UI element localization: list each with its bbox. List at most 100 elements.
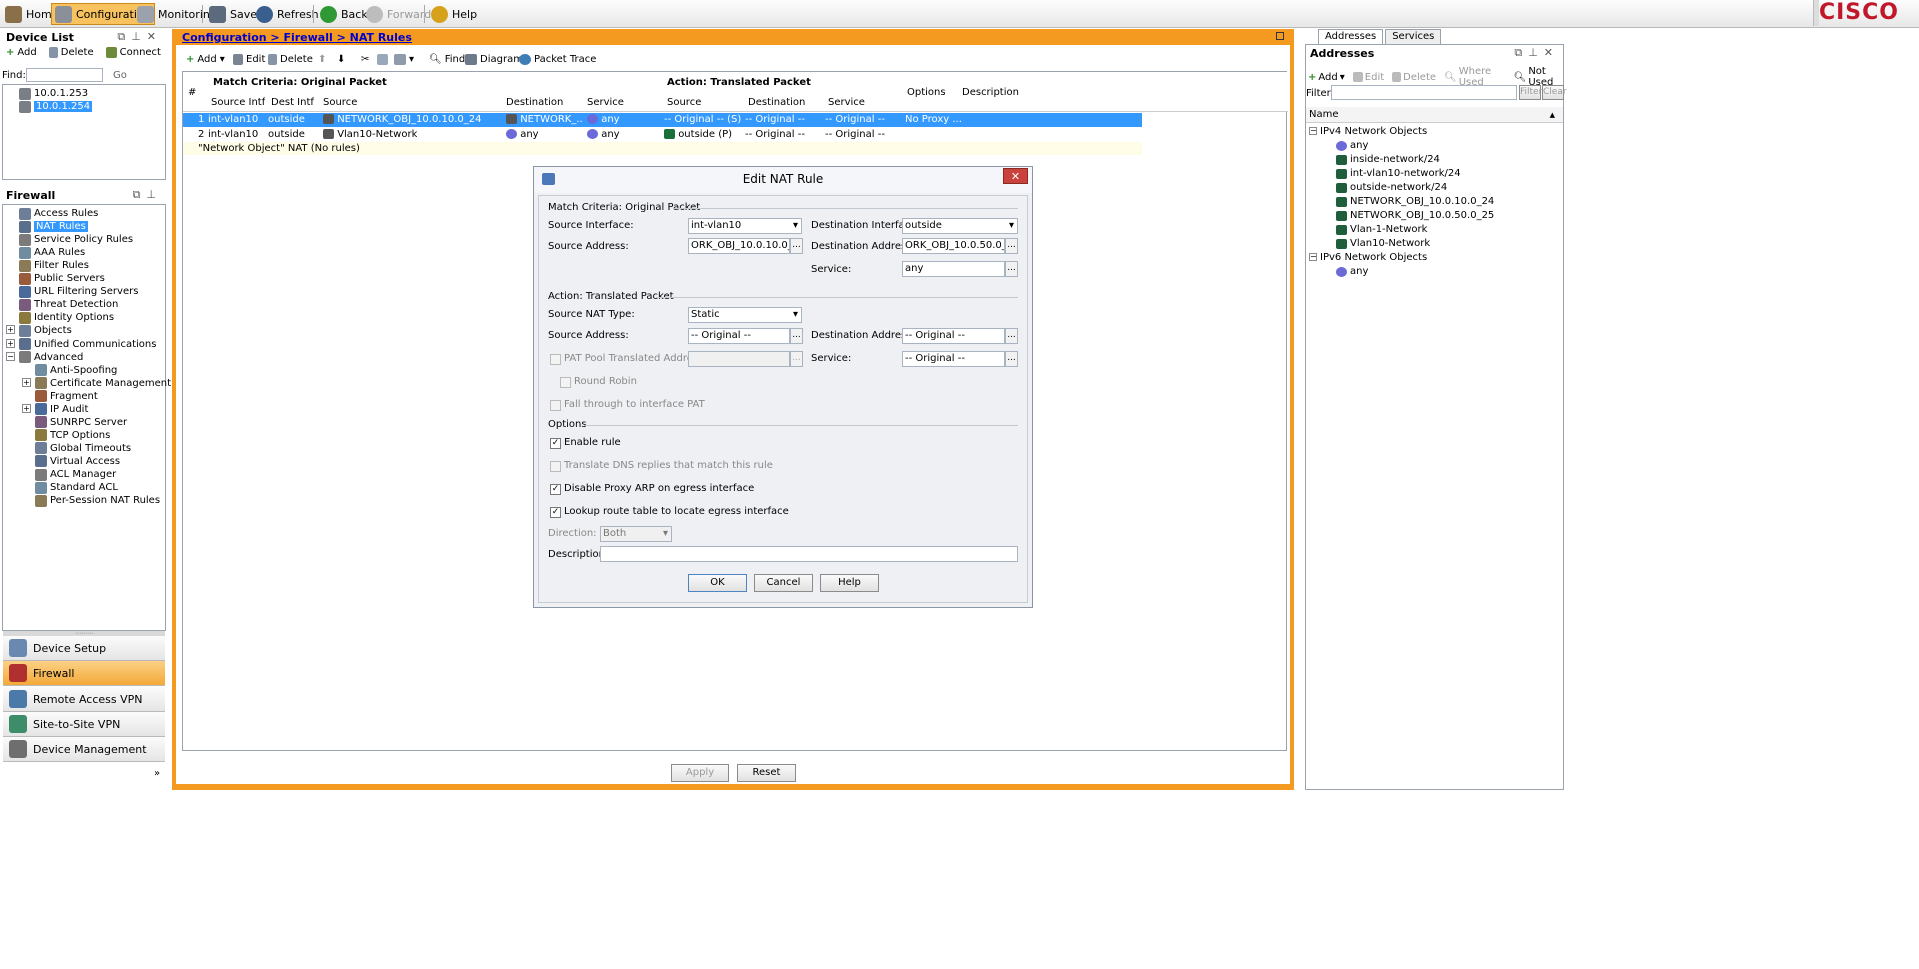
firewall-tree-item[interactable]: TCP Options — [35, 429, 110, 442]
device-connect-button[interactable]: Connect — [105, 47, 161, 58]
breadcrumb[interactable]: Configuration > Firewall > NAT Rules — [182, 31, 412, 44]
nat-edit-button[interactable]: Edit — [233, 52, 265, 66]
address-filter-input[interactable] — [1331, 85, 1517, 100]
expand-nav-icon[interactable]: » — [154, 768, 160, 779]
direction-select[interactable]: Both — [600, 526, 672, 542]
pat-pool-input[interactable] — [688, 351, 790, 367]
device-item[interactable]: 10.0.1.253 — [19, 87, 88, 100]
firewall-tree-item[interactable]: + Certificate Management — [22, 377, 171, 390]
firewall-tree-item[interactable]: Identity Options — [19, 311, 114, 324]
t-dest-address-input[interactable]: -- Original -- — [902, 328, 1005, 344]
address-object[interactable]: Vlan-1-Network — [1336, 223, 1427, 236]
t-service-browse-button[interactable]: ... — [1005, 351, 1018, 367]
source-interface-select[interactable]: int-vlan10 — [688, 218, 802, 234]
cancel-button[interactable]: Cancel — [754, 574, 813, 592]
clear-button[interactable]: Clear — [1542, 85, 1567, 100]
address-object[interactable]: int-vlan10-network/24 — [1336, 167, 1461, 180]
service-browse-button[interactable]: ... — [1005, 261, 1018, 277]
address-group[interactable]: − IPv4 Network Objects — [1309, 125, 1427, 138]
tab-services[interactable]: Services — [1385, 29, 1442, 44]
maximize-icon[interactable] — [1276, 32, 1284, 40]
address-object[interactable]: NETWORK_OBJ_10.0.50.0_25 — [1336, 209, 1494, 222]
firewall-tree-item[interactable]: Per-Session NAT Rules — [35, 494, 160, 507]
tab-addresses[interactable]: Addresses — [1318, 29, 1384, 44]
apply-button[interactable]: Apply — [671, 764, 729, 782]
collapse-icon[interactable]: − — [1309, 253, 1317, 261]
description-input[interactable] — [600, 546, 1018, 562]
device-add-button[interactable]: + Add — [6, 47, 37, 58]
firewall-tree-item[interactable]: + Unified Communications — [6, 338, 156, 351]
firewall-tree-item[interactable]: + IP Audit — [22, 403, 88, 416]
address-object[interactable]: Vlan10-Network — [1336, 237, 1430, 250]
source-address-browse-button[interactable]: ... — [790, 238, 803, 254]
firewall-tree-item[interactable]: Fragment — [35, 390, 98, 403]
firewall-tree-item[interactable]: Threat Detection — [19, 298, 118, 311]
address-object[interactable]: outside-network/24 — [1336, 181, 1447, 194]
move-up-button[interactable]: ⬆ — [318, 52, 326, 66]
addresses-column-header[interactable]: Name ▲ — [1306, 107, 1563, 123]
t-dest-address-browse-button[interactable]: ... — [1005, 328, 1018, 344]
t-service-input[interactable]: -- Original -- — [902, 351, 1005, 367]
nav-device-setup[interactable]: Device Setup — [3, 636, 165, 661]
round-robin-checkbox[interactable] — [560, 377, 571, 388]
col-dst-intf[interactable]: Dest Intf — [268, 96, 314, 110]
t-source-address-input[interactable]: -- Original -- — [688, 328, 790, 344]
firewall-tree-item[interactable]: Filter Rules — [19, 259, 89, 272]
disable-proxy-arp-checkbox[interactable]: ✓ — [550, 484, 561, 495]
pat-pool-checkbox[interactable] — [550, 354, 561, 365]
dialog-help-button[interactable]: Help — [820, 574, 879, 592]
service-input[interactable]: any — [902, 261, 1005, 277]
col-t-service[interactable]: Service — [825, 96, 865, 110]
address-edit-button[interactable]: Edit — [1352, 72, 1384, 83]
firewall-tree-item[interactable]: Service Policy Rules — [19, 233, 133, 246]
firewall-tree-item[interactable]: − Advanced — [6, 351, 83, 364]
address-object[interactable]: NETWORK_OBJ_10.0.10.0_24 — [1336, 195, 1494, 208]
panel-window-controls[interactable]: ⧉⊥ — [133, 188, 162, 202]
col-t-source[interactable]: Source — [664, 96, 701, 110]
move-down-button[interactable]: ⬇ — [337, 52, 345, 66]
firewall-tree-item[interactable]: AAA Rules — [19, 246, 85, 259]
address-delete-button[interactable]: Delete — [1392, 72, 1436, 83]
expand-icon[interactable]: + — [22, 403, 31, 413]
firewall-tree-item[interactable]: ACL Manager — [35, 468, 116, 481]
nav-firewall[interactable]: Firewall — [3, 661, 165, 686]
nav-site-to-site-vpn[interactable]: Site-to-Site VPN — [3, 712, 165, 737]
dest-interface-select[interactable]: outside — [902, 218, 1018, 234]
refresh-button[interactable]: Refresh — [253, 3, 322, 25]
firewall-tree-item[interactable]: Standard ACL — [35, 481, 118, 494]
col-src-intf[interactable]: Source Intf — [208, 96, 265, 110]
packet-trace-button[interactable]: Packet Trace — [519, 52, 596, 66]
col-t-destination[interactable]: Destination — [745, 96, 805, 110]
expand-icon[interactable]: + — [22, 377, 31, 387]
help-button[interactable]: Help — [428, 3, 480, 25]
expand-icon[interactable]: + — [6, 325, 15, 335]
dest-address-browse-button[interactable]: ... — [1005, 238, 1018, 254]
firewall-tree-item[interactable]: Anti-Spoofing — [35, 364, 117, 377]
device-find-input[interactable] — [26, 68, 103, 82]
firewall-tree-item[interactable]: Global Timeouts — [35, 442, 131, 455]
firewall-tree-item[interactable]: SUNRPC Server — [35, 416, 127, 429]
dialog-close-button[interactable]: ✕ — [1003, 168, 1028, 184]
dest-address-input[interactable]: ORK_OBJ_10.0.50.0_25 — [902, 238, 1005, 254]
firewall-tree-item[interactable]: Access Rules — [19, 207, 98, 220]
reset-button[interactable]: Reset — [737, 764, 796, 782]
col-service[interactable]: Service — [584, 96, 624, 110]
panel-window-controls[interactable]: ⧉⊥✕ — [1514, 46, 1559, 60]
firewall-tree-item[interactable]: Public Servers — [19, 272, 105, 285]
collapse-icon[interactable]: − — [1309, 127, 1317, 135]
nat-delete-button[interactable]: Delete — [268, 52, 313, 66]
firewall-tree-item[interactable]: NAT Rules — [19, 220, 88, 233]
expand-icon[interactable]: + — [6, 338, 15, 348]
col-destination[interactable]: Destination — [503, 96, 563, 110]
nav-device-management[interactable]: Device Management — [3, 737, 165, 762]
col-num[interactable]: # — [185, 86, 196, 100]
translate-dns-checkbox[interactable] — [550, 461, 561, 472]
firewall-tree-item[interactable]: Virtual Access — [35, 455, 120, 468]
collapse-icon[interactable]: − — [6, 351, 15, 361]
address-object[interactable]: any — [1336, 139, 1368, 152]
diagram-button[interactable]: Diagram — [465, 52, 523, 66]
col-options[interactable]: Options — [904, 86, 946, 100]
address-group[interactable]: − IPv6 Network Objects — [1309, 251, 1427, 264]
lookup-route-checkbox[interactable]: ✓ — [550, 507, 561, 518]
col-description[interactable]: Description — [959, 86, 1019, 100]
